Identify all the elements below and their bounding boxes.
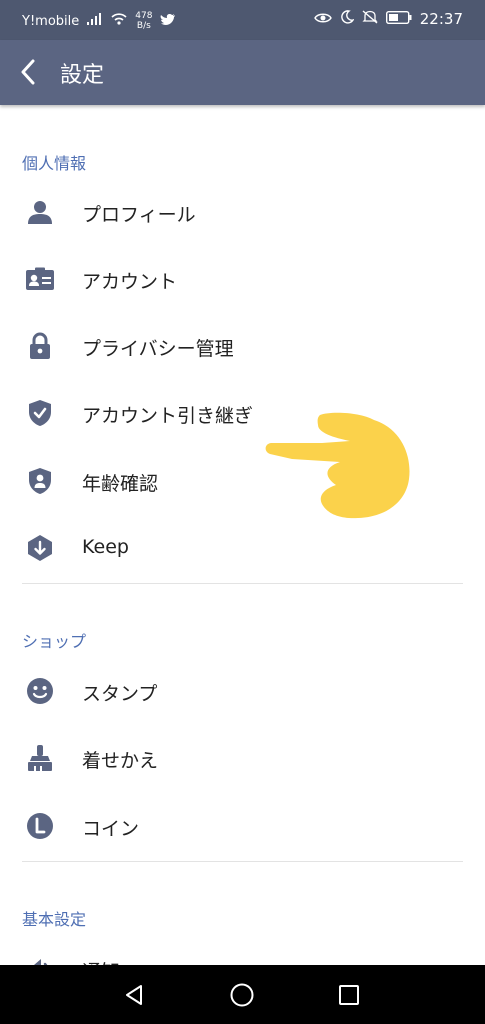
section-divider <box>22 583 463 584</box>
list-item-label: 通知 <box>82 957 120 965</box>
list-item-keep[interactable]: Keep <box>0 516 485 580</box>
list-item-account[interactable]: アカウント <box>0 247 485 311</box>
eye-icon <box>313 10 332 28</box>
list-item-label: プロフィール <box>82 204 196 226</box>
wifi-icon <box>111 13 127 29</box>
circle-home-icon <box>230 983 254 1007</box>
status-left: Y!mobile 478 B/s <box>22 11 176 31</box>
list-item-notifications[interactable]: 通知 <box>0 937 485 965</box>
app-toolbar: 設定 <box>0 40 485 105</box>
list-item-label: アカウント引き継ぎ <box>82 405 254 427</box>
list-item-label: スタンプ <box>82 683 158 705</box>
page-title: 設定 <box>60 63 105 88</box>
twitter-icon <box>160 13 176 30</box>
section-divider <box>22 861 463 862</box>
person-icon <box>24 196 56 228</box>
nav-recents-button[interactable] <box>333 979 365 1011</box>
status-bar: Y!mobile 478 B/s 22:37 <box>0 0 485 40</box>
settings-list[interactable]: 個人情報 プロフィール アカウント プライバシー管理 アカウント引き継ぎ 年齢確… <box>0 105 485 965</box>
speaker-icon <box>24 953 56 965</box>
square-recents-icon <box>339 985 359 1005</box>
smiley-icon <box>24 675 56 707</box>
section-header-basic: 基本設定 <box>22 910 87 929</box>
system-nav-bar <box>0 965 485 1024</box>
nav-home-button[interactable] <box>226 979 258 1011</box>
list-item-profile[interactable]: プロフィール <box>0 180 485 244</box>
data-rate-value: 478 <box>135 11 153 21</box>
list-item-account-transfer[interactable]: アカウント引き継ぎ <box>0 381 485 445</box>
list-item-label: 年齢確認 <box>82 473 159 495</box>
pointing-hand-drawing <box>262 407 412 526</box>
section-header-shop: ショップ <box>22 632 87 651</box>
shield-person-icon <box>24 465 56 497</box>
chevron-left-icon <box>21 59 35 85</box>
data-rate-unit: B/s <box>136 21 151 31</box>
data-rate: 478 B/s <box>135 11 152 31</box>
list-item-label: アカウント <box>82 271 178 293</box>
paint-brush-icon <box>24 742 56 774</box>
signal-icon <box>87 13 103 29</box>
coin-icon <box>24 810 56 842</box>
nav-back-button[interactable] <box>119 979 151 1011</box>
status-right: 22:37 <box>313 10 463 28</box>
list-item-age-verification[interactable]: 年齢確認 <box>0 449 485 513</box>
triangle-back-icon <box>126 985 142 1005</box>
list-item-label: 着せかえ <box>82 750 159 772</box>
keep-icon <box>24 532 56 564</box>
list-item-label: Keep <box>82 536 129 558</box>
id-card-icon <box>24 263 56 295</box>
list-item-privacy[interactable]: プライバシー管理 <box>0 314 485 378</box>
shield-check-icon <box>24 397 56 429</box>
list-item-label: プライバシー管理 <box>82 338 234 360</box>
clock: 22:37 <box>419 10 463 28</box>
list-item-label: コイン <box>82 818 140 840</box>
moon-icon <box>340 10 355 28</box>
back-button[interactable] <box>10 54 46 90</box>
list-item-coins[interactable]: コイン <box>0 794 485 858</box>
lock-icon <box>24 330 56 362</box>
mute-icon <box>362 10 378 28</box>
list-item-stickers[interactable]: スタンプ <box>0 659 485 723</box>
list-item-themes[interactable]: 着せかえ <box>0 726 485 790</box>
carrier-name: Y!mobile <box>22 13 80 29</box>
battery-icon <box>385 10 412 28</box>
section-header-personal: 個人情報 <box>22 154 87 173</box>
